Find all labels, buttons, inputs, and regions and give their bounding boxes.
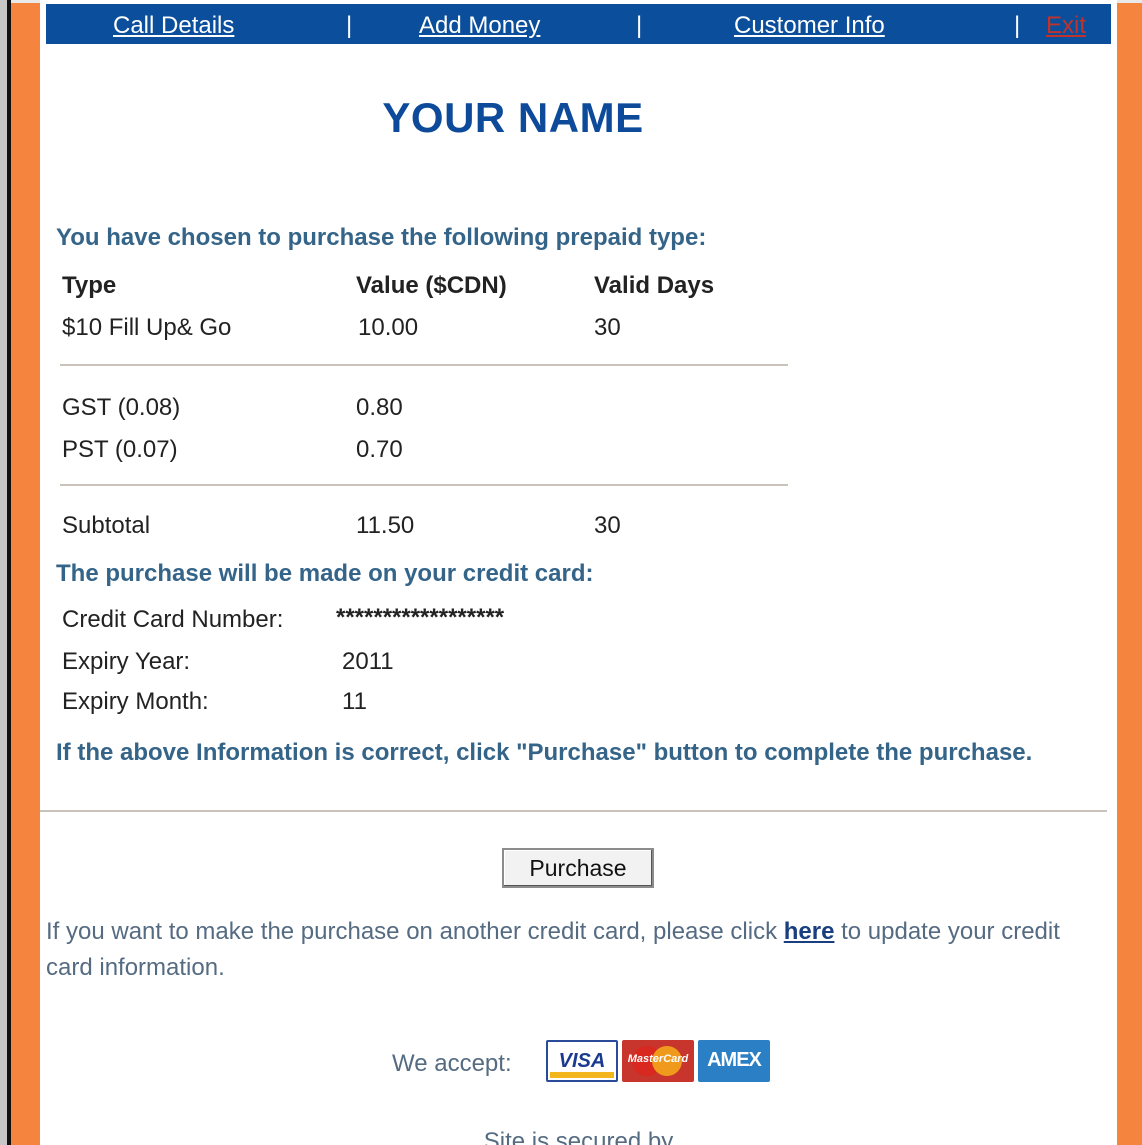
item-type: $10 Fill Up& Go [62, 314, 232, 341]
page-title: YOUR NAME [382, 94, 644, 141]
confirm-message: If the above Information is correct, cli… [56, 739, 1033, 766]
frame-left-gray [0, 0, 7, 1145]
we-accept-label: We accept: [392, 1050, 512, 1077]
nav-separator: | [346, 12, 353, 39]
nav-customer-info[interactable]: Customer Info [734, 13, 885, 39]
secured-by-text: Site is secured by [483, 1128, 674, 1145]
nav-exit[interactable]: Exit [1046, 13, 1086, 39]
purchase-button[interactable]: Purchase [502, 848, 654, 888]
item-valid-days: 30 [594, 314, 621, 341]
frame-left-orange [11, 0, 40, 1145]
change-card-message: If you want to make the purchase on anot… [46, 914, 1106, 986]
pst-label: PST (0.07) [62, 436, 178, 463]
frame-right-orange [1117, 0, 1142, 1145]
divider [40, 810, 1107, 812]
nav-separator: | [1014, 12, 1021, 39]
item-value: 10.00 [358, 314, 419, 341]
expiry-month-label: Expiry Month: [62, 688, 209, 715]
pst-value: 0.70 [356, 436, 403, 463]
mastercard-logo: MasterCard [622, 1040, 694, 1082]
change-card-text-before: If you want to make the purchase on anot… [46, 918, 784, 945]
col-header-valid-days: Valid Days [594, 272, 715, 299]
col-header-type: Type [62, 272, 117, 299]
mastercard-logo-text: MasterCard [627, 1053, 689, 1065]
amex-logo-text: AMEX [707, 1049, 762, 1071]
top-nav-bar: Call Details | Add Money | Customer Info… [46, 4, 1111, 44]
amex-logo: AMEX [698, 1040, 770, 1082]
nav-separator: | [636, 12, 643, 39]
expiry-year-value: 2011 [342, 648, 394, 675]
gst-value: 0.80 [356, 394, 403, 421]
nav-add-money[interactable]: Add Money [419, 13, 540, 39]
subtotal-value: 11.50 [356, 512, 415, 539]
credit-card-heading: The purchase will be made on your credit… [56, 560, 594, 587]
page-content: Call Details | Add Money | Customer Info… [40, 0, 1117, 1145]
gst-label: GST (0.08) [62, 394, 181, 421]
nav-call-details[interactable]: Call Details [113, 13, 234, 39]
expiry-month-value: 11 [342, 688, 367, 715]
card-number-value: ****************** [336, 604, 505, 631]
visa-logo-text: VISA [558, 1050, 606, 1072]
card-number-label: Credit Card Number: [62, 606, 284, 633]
subtotal-valid-days: 30 [594, 512, 621, 539]
subtotal-label: Subtotal [62, 512, 151, 539]
visa-logo: VISA [546, 1040, 618, 1082]
divider [60, 364, 788, 366]
divider [60, 484, 788, 486]
prepaid-heading: You have chosen to purchase the followin… [56, 224, 707, 251]
update-card-link[interactable]: here [784, 918, 835, 945]
col-header-value: Value ($CDN) [356, 272, 507, 299]
expiry-year-label: Expiry Year: [62, 648, 191, 675]
